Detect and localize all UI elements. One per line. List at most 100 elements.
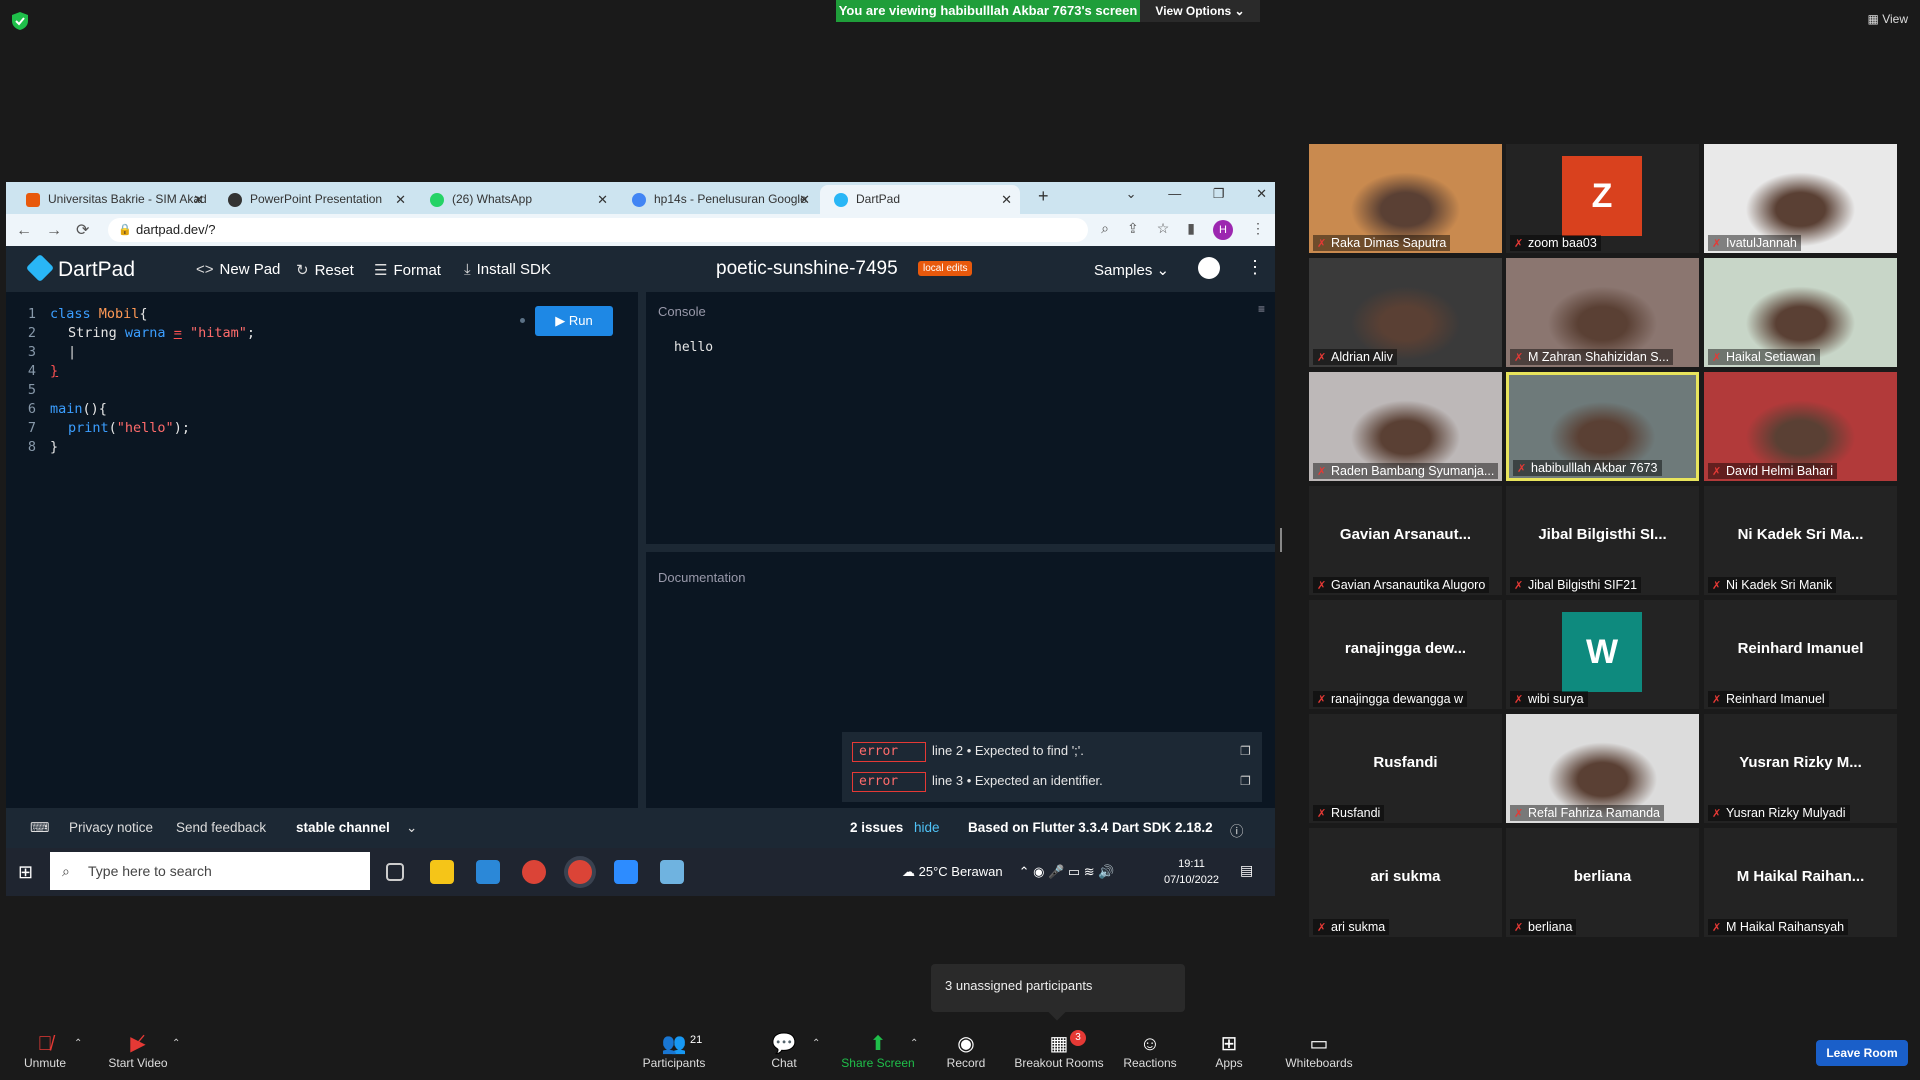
- tab-universitas-bakrie[interactable]: Universitas Bakrie - SIM Akad ✕: [12, 185, 212, 214]
- clock[interactable]: 19:11 07/10/2022: [1164, 856, 1219, 888]
- copy-icon[interactable]: ❐: [1240, 774, 1251, 788]
- close-icon[interactable]: ✕: [597, 185, 608, 214]
- participant-tile[interactable]: W ✗ wibi surya: [1506, 600, 1699, 709]
- mail-icon[interactable]: [476, 860, 500, 884]
- privacy-link[interactable]: Privacy notice: [69, 820, 153, 835]
- zoom-icon[interactable]: ⌕: [1101, 220, 1109, 236]
- code-editor[interactable]: 1 class Mobil{ 2 String warna = "hitam"; 3…: [6, 292, 638, 808]
- participant-tile[interactable]: ranajingga dew... ✗ ranajingga dewangga w: [1309, 600, 1502, 709]
- taskbar-search[interactable]: ⌕ Type here to search: [50, 852, 370, 890]
- chat-options-caret[interactable]: ⌃: [812, 1038, 820, 1049]
- copy-icon[interactable]: ❐: [1240, 744, 1251, 758]
- github-icon[interactable]: [1198, 257, 1220, 279]
- participant-tile[interactable]: ✗ M Zahran Shahizidan S...: [1506, 258, 1699, 367]
- samples-dropdown[interactable]: Samples ⌄: [1094, 261, 1169, 279]
- apps-button[interactable]: ⊞ Apps: [1212, 1032, 1246, 1070]
- more-vert-icon[interactable]: ⋮: [1246, 257, 1264, 278]
- whiteboards-button[interactable]: ▭ Whiteboards: [1284, 1032, 1354, 1070]
- participant-tile[interactable]: ari sukma ✗ ari sukma: [1309, 828, 1502, 937]
- breakout-rooms-button[interactable]: ▦ 3 Breakout Rooms: [1012, 1030, 1106, 1070]
- record-button[interactable]: ◉ Record: [940, 1032, 992, 1070]
- participant-tile[interactable]: Ni Kadek Sri Ma... ✗ Ni Kadek Sri Manik: [1704, 486, 1897, 595]
- run-button[interactable]: ▶ Run: [535, 306, 613, 336]
- participant-tile[interactable]: Z ✗ zoom baa03: [1506, 144, 1699, 253]
- share-screen-button[interactable]: ⬆ Share Screen: [838, 1032, 918, 1070]
- participant-tile[interactable]: ✗ Raden Bambang Syumanja...: [1309, 372, 1502, 481]
- dartpad-logo[interactable]: DartPad: [25, 253, 135, 283]
- participant-tile[interactable]: Jibal Bilgisthi SI... ✗ Jibal Bilgisthi SI…: [1506, 486, 1699, 595]
- star-icon[interactable]: ☆: [1157, 220, 1170, 236]
- participant-tile[interactable]: ✗ IvatulJannah: [1704, 144, 1897, 253]
- chevron-down-icon[interactable]: ⌄: [406, 820, 417, 836]
- chrome-profile-icon[interactable]: [568, 860, 592, 884]
- view-options-button[interactable]: View Options ⌄: [1140, 0, 1260, 22]
- video-options-caret[interactable]: ⌃: [172, 1038, 180, 1049]
- horizontal-splitter[interactable]: [646, 544, 1275, 552]
- minimize-icon[interactable]: —: [1168, 186, 1181, 201]
- view-button[interactable]: ▦ View: [1868, 12, 1908, 26]
- info-icon[interactable]: ⓘ: [1230, 820, 1244, 840]
- participant-tile[interactable]: ✗ habibulllah Akbar 7673: [1506, 372, 1699, 481]
- close-icon[interactable]: ✕: [1001, 185, 1012, 214]
- keyboard-icon[interactable]: ⌨: [30, 820, 50, 836]
- reactions-button[interactable]: ☺ Reactions: [1122, 1032, 1178, 1070]
- leave-room-button[interactable]: Leave Room: [1816, 1040, 1908, 1066]
- participant-tile[interactable]: M Haikal Raihan... ✗ M Haikal Raihansyah: [1704, 828, 1897, 937]
- menu-icon[interactable]: ⋮: [1251, 220, 1265, 236]
- clear-console-icon[interactable]: ≡: [1258, 302, 1265, 316]
- participant-tile[interactable]: Yusran Rizky M... ✗ Yusran Rizky Mulyadi: [1704, 714, 1897, 823]
- vertical-splitter[interactable]: [638, 292, 646, 808]
- zoom-app-icon[interactable]: [614, 860, 638, 884]
- format-button[interactable]: ☰ Format: [374, 261, 441, 279]
- unmute-button[interactable]: 🎙̸ Unmute: [20, 1032, 70, 1070]
- windows-start-icon[interactable]: ⊞: [18, 862, 33, 883]
- participant-tile[interactable]: Gavian Arsanaut... ✗ Gavian Arsanautika Al…: [1309, 486, 1502, 595]
- close-icon[interactable]: ✕: [395, 185, 406, 214]
- profile-avatar[interactable]: H: [1213, 220, 1233, 240]
- issue-row[interactable]: error line 2 • Expected to find ';'. ❐: [852, 742, 1251, 764]
- chat-button[interactable]: 💬 Chat: [764, 1032, 804, 1070]
- chrome-icon[interactable]: [522, 860, 546, 884]
- start-video-button[interactable]: ▶̸ Start Video: [106, 1032, 170, 1070]
- tab-search-icon[interactable]: ⌄: [1126, 186, 1137, 201]
- reset-button[interactable]: ↻ Reset: [296, 261, 354, 279]
- tab-dartpad[interactable]: DartPad ✕: [820, 185, 1020, 214]
- participant-tile[interactable]: berliana ✗ berliana: [1506, 828, 1699, 937]
- panel-resize-handle[interactable]: [1280, 528, 1282, 552]
- feedback-link[interactable]: Send feedback: [176, 820, 266, 835]
- weather-text[interactable]: 25°C Berawan: [919, 864, 1003, 879]
- channel-dropdown[interactable]: stable channel: [296, 820, 390, 835]
- restore-icon[interactable]: ❐: [1213, 186, 1225, 201]
- share-options-caret[interactable]: ⌃: [910, 1038, 918, 1049]
- reload-icon[interactable]: ⟳: [76, 222, 89, 239]
- share-icon[interactable]: ⇪: [1127, 220, 1139, 236]
- participant-tile[interactable]: Reinhard Imanuel ✗ Reinhard Imanuel: [1704, 600, 1897, 709]
- shared-screen[interactable]: Universitas Bakrie - SIM Akad ✕ PowerPoi…: [6, 182, 1275, 896]
- tab-whatsapp[interactable]: (26) WhatsApp ✕: [416, 185, 616, 214]
- sidebar-icon[interactable]: ▮: [1187, 220, 1195, 236]
- participant-tile[interactable]: ✗ Haikal Setiawan: [1704, 258, 1897, 367]
- task-view-icon[interactable]: [386, 863, 404, 881]
- participant-tile[interactable]: ✗ David Helmi Bahari: [1704, 372, 1897, 481]
- notifications-icon[interactable]: ▤: [1240, 862, 1253, 879]
- tab-powerpoint[interactable]: PowerPoint Presentation ✕: [214, 185, 414, 214]
- participant-tile[interactable]: ✗ Raka Dimas Saputra: [1309, 144, 1502, 253]
- url-field[interactable]: 🔒 dartpad.dev/?: [108, 218, 1088, 242]
- close-window-icon[interactable]: ✕: [1256, 186, 1267, 201]
- app-icon[interactable]: [660, 860, 684, 884]
- file-explorer-icon[interactable]: [430, 860, 454, 884]
- forward-icon[interactable]: →: [46, 222, 62, 239]
- close-icon[interactable]: ✕: [193, 185, 204, 214]
- issue-row[interactable]: error line 3 • Expected an identifier. ❐: [852, 772, 1251, 794]
- install-sdk-button[interactable]: ⤓ Install SDK: [464, 261, 551, 278]
- tab-google-search[interactable]: hp14s - Penelusuran Google ✕: [618, 185, 818, 214]
- tray-icons[interactable]: ⌃ ◉ 🎤 ▭ ≋ 🔊: [1019, 864, 1115, 879]
- audio-options-caret[interactable]: ⌃: [74, 1038, 82, 1049]
- new-tab-button[interactable]: +: [1038, 186, 1049, 207]
- close-icon[interactable]: ✕: [799, 185, 810, 214]
- participant-tile[interactable]: ✗ Refal Fahriza Ramanda: [1506, 714, 1699, 823]
- participants-button[interactable]: 👥 21 Participants: [640, 1032, 708, 1070]
- participant-tile[interactable]: ✗ Aldrian Aliv: [1309, 258, 1502, 367]
- back-icon[interactable]: ←: [16, 222, 32, 239]
- new-pad-button[interactable]: <> New Pad: [196, 261, 280, 278]
